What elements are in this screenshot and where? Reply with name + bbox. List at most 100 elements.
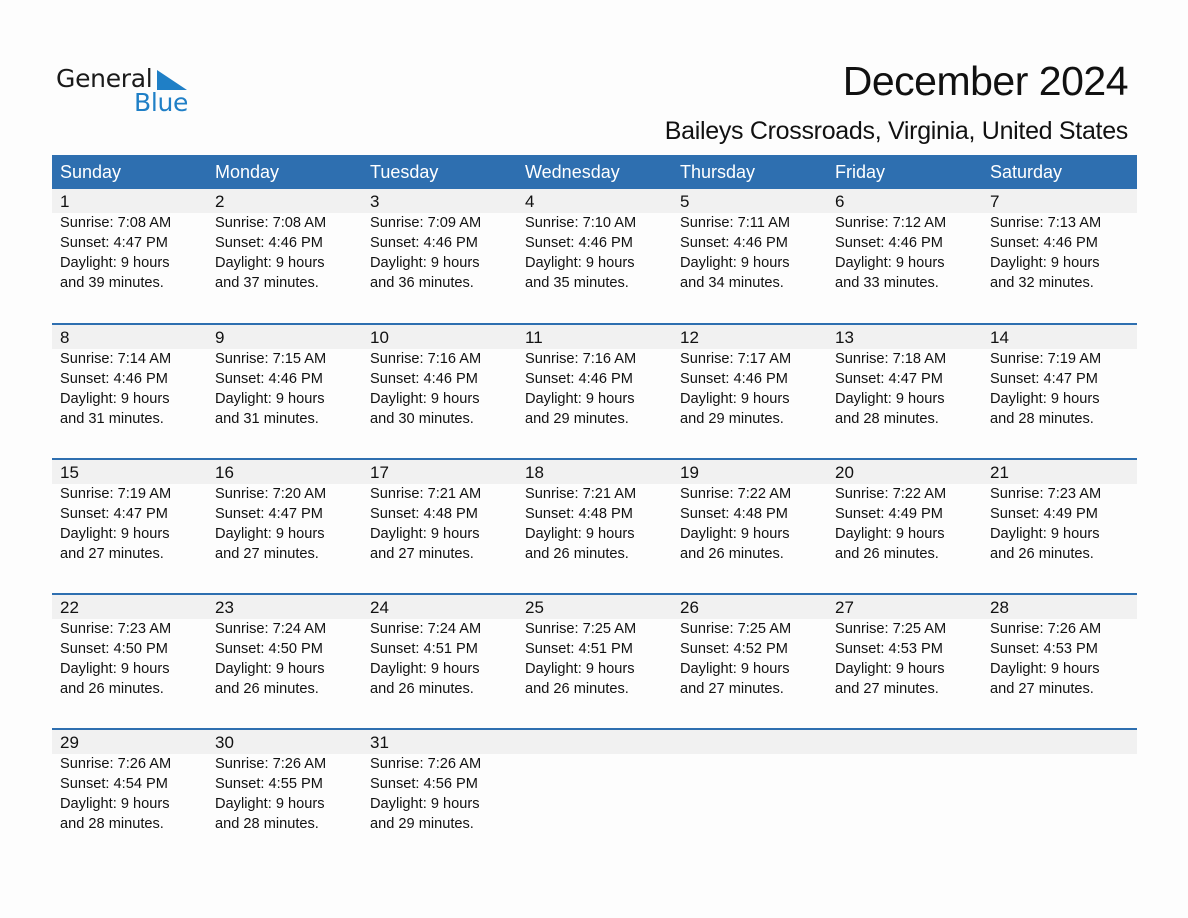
- daylight-minutes-text: and 29 minutes.: [525, 411, 629, 427]
- sunrise-text: Sunrise: 7:18 AM: [835, 351, 947, 367]
- empty-day-cell: [827, 730, 982, 834]
- daylight-minutes-text: and 29 minutes.: [680, 411, 784, 427]
- daylight-minutes-text: and 27 minutes.: [680, 681, 784, 697]
- sunset-text: Sunset: 4:46 PM: [525, 235, 633, 251]
- daylight-minutes-text: and 27 minutes.: [60, 546, 164, 562]
- calendar-week: 15 Sunrise: 7:19 AM Sunset: 4:47 PM Dayligh…: [52, 458, 1137, 593]
- day-cell: 7 Sunrise: 7:13 AM Sunset: 4:46 PM Daylight…: [982, 189, 1137, 293]
- weekday-header-saturday: Saturday: [990, 162, 1063, 182]
- sunset-text: Sunset: 4:51 PM: [525, 641, 633, 657]
- daylight-minutes-text: and 26 minutes.: [215, 681, 319, 697]
- sunrise-text: Sunrise: 7:22 AM: [835, 486, 947, 502]
- daylight-text: Daylight: 9 hours: [990, 391, 1100, 407]
- day-cell: 24 Sunrise: 7:24 AM Sunset: 4:51 PM Dayligh…: [362, 595, 517, 699]
- day-cell: 22 Sunrise: 7:23 AM Sunset: 4:50 PM Dayligh…: [52, 595, 207, 699]
- sunset-text: Sunset: 4:49 PM: [835, 506, 943, 522]
- daylight-text: Daylight: 9 hours: [370, 391, 480, 407]
- empty-day-cell: [517, 730, 672, 834]
- daylight-minutes-text: and 32 minutes.: [990, 275, 1094, 291]
- sunrise-text: Sunrise: 7:08 AM: [215, 215, 327, 231]
- daylight-minutes-text: and 33 minutes.: [835, 275, 939, 291]
- sunrise-text: Sunrise: 7:16 AM: [525, 351, 637, 367]
- sunrise-text: Sunrise: 7:13 AM: [990, 215, 1102, 231]
- daylight-text: Daylight: 9 hours: [680, 661, 790, 677]
- sunset-text: Sunset: 4:47 PM: [835, 371, 943, 387]
- daylight-minutes-text: and 27 minutes.: [370, 546, 474, 562]
- daylight-text: Daylight: 9 hours: [525, 526, 635, 542]
- day-cell: 15 Sunrise: 7:19 AM Sunset: 4:47 PM Dayligh…: [52, 460, 207, 564]
- weekday-header-monday: Monday: [215, 162, 280, 182]
- day-number: 4: [525, 192, 535, 211]
- daylight-text: Daylight: 9 hours: [990, 526, 1100, 542]
- sunrise-text: Sunrise: 7:19 AM: [60, 486, 172, 502]
- day-number: 6: [835, 192, 845, 211]
- day-number: 22: [60, 598, 79, 617]
- day-cell: 13 Sunrise: 7:18 AM Sunset: 4:47 PM Dayligh…: [827, 325, 982, 429]
- sunset-text: Sunset: 4:46 PM: [680, 235, 788, 251]
- sunset-text: Sunset: 4:46 PM: [370, 371, 478, 387]
- sunset-text: Sunset: 4:46 PM: [990, 235, 1098, 251]
- weekday-header-wednesday: Wednesday: [525, 162, 620, 182]
- sunrise-text: Sunrise: 7:21 AM: [370, 486, 482, 502]
- weekday-header-tuesday: Tuesday: [370, 162, 439, 182]
- day-cell: 12 Sunrise: 7:17 AM Sunset: 4:46 PM Dayligh…: [672, 325, 827, 429]
- general-blue-logo: General Blue: [56, 64, 196, 120]
- day-cell: 29 Sunrise: 7:26 AM Sunset: 4:54 PM Dayligh…: [52, 730, 207, 834]
- day-number: 26: [680, 598, 699, 617]
- daylight-minutes-text: and 37 minutes.: [215, 275, 319, 291]
- daylight-minutes-text: and 26 minutes.: [370, 681, 474, 697]
- daylight-text: Daylight: 9 hours: [60, 526, 170, 542]
- calendar-week: 22 Sunrise: 7:23 AM Sunset: 4:50 PM Dayligh…: [52, 593, 1137, 728]
- sunset-text: Sunset: 4:46 PM: [680, 371, 788, 387]
- day-number: 17: [370, 463, 389, 482]
- sunrise-text: Sunrise: 7:26 AM: [370, 756, 482, 772]
- day-cell: 28 Sunrise: 7:26 AM Sunset: 4:53 PM Dayligh…: [982, 595, 1137, 699]
- calendar-week: 29 Sunrise: 7:26 AM Sunset: 4:54 PM Dayligh…: [52, 728, 1137, 863]
- day-number: 5: [680, 192, 690, 211]
- sunset-text: Sunset: 4:46 PM: [370, 235, 478, 251]
- daylight-minutes-text: and 28 minutes.: [215, 816, 319, 832]
- sunrise-text: Sunrise: 7:14 AM: [60, 351, 172, 367]
- daylight-minutes-text: and 26 minutes.: [525, 546, 629, 562]
- day-cell: 25 Sunrise: 7:25 AM Sunset: 4:51 PM Dayligh…: [517, 595, 672, 699]
- sunrise-text: Sunrise: 7:24 AM: [370, 621, 482, 637]
- daylight-text: Daylight: 9 hours: [835, 255, 945, 271]
- daylight-minutes-text: and 28 minutes.: [835, 411, 939, 427]
- day-cell: 4 Sunrise: 7:10 AM Sunset: 4:46 PM Daylight…: [517, 189, 672, 293]
- daylight-minutes-text: and 31 minutes.: [60, 411, 164, 427]
- daylight-text: Daylight: 9 hours: [370, 526, 480, 542]
- daylight-text: Daylight: 9 hours: [215, 796, 325, 812]
- day-number: 23: [215, 598, 234, 617]
- sunrise-text: Sunrise: 7:08 AM: [60, 215, 172, 231]
- day-number: 19: [680, 463, 699, 482]
- sunset-text: Sunset: 4:47 PM: [60, 235, 168, 251]
- day-cell: 19 Sunrise: 7:22 AM Sunset: 4:48 PM Dayligh…: [672, 460, 827, 564]
- day-cell: 9 Sunrise: 7:15 AM Sunset: 4:46 PM Daylight…: [207, 325, 362, 429]
- sunrise-text: Sunrise: 7:22 AM: [680, 486, 792, 502]
- daylight-text: Daylight: 9 hours: [60, 796, 170, 812]
- day-cell: 6 Sunrise: 7:12 AM Sunset: 4:46 PM Daylight…: [827, 189, 982, 293]
- sunset-text: Sunset: 4:48 PM: [525, 506, 633, 522]
- sunset-text: Sunset: 4:47 PM: [60, 506, 168, 522]
- day-cell: 3 Sunrise: 7:09 AM Sunset: 4:46 PM Daylight…: [362, 189, 517, 293]
- empty-day-cell: [672, 730, 827, 834]
- day-cell: 14 Sunrise: 7:19 AM Sunset: 4:47 PM Dayligh…: [982, 325, 1137, 429]
- day-cell: 8 Sunrise: 7:14 AM Sunset: 4:46 PM Daylight…: [52, 325, 207, 429]
- daylight-text: Daylight: 9 hours: [680, 255, 790, 271]
- sunset-text: Sunset: 4:53 PM: [835, 641, 943, 657]
- sunrise-text: Sunrise: 7:12 AM: [835, 215, 947, 231]
- sunset-text: Sunset: 4:46 PM: [60, 371, 168, 387]
- day-number: 3: [370, 192, 380, 211]
- sunrise-text: Sunrise: 7:09 AM: [370, 215, 482, 231]
- sunset-text: Sunset: 4:53 PM: [990, 641, 1098, 657]
- logo-text-blue: Blue: [134, 88, 189, 117]
- daylight-minutes-text: and 36 minutes.: [370, 275, 474, 291]
- daylight-text: Daylight: 9 hours: [215, 661, 325, 677]
- daylight-minutes-text: and 29 minutes.: [370, 816, 474, 832]
- day-cell: 1 Sunrise: 7:08 AM Sunset: 4:47 PM Daylight…: [52, 189, 207, 293]
- sunset-text: Sunset: 4:47 PM: [990, 371, 1098, 387]
- sunrise-text: Sunrise: 7:17 AM: [680, 351, 792, 367]
- day-number: 11: [525, 328, 543, 347]
- sunset-text: Sunset: 4:46 PM: [525, 371, 633, 387]
- daylight-minutes-text: and 30 minutes.: [370, 411, 474, 427]
